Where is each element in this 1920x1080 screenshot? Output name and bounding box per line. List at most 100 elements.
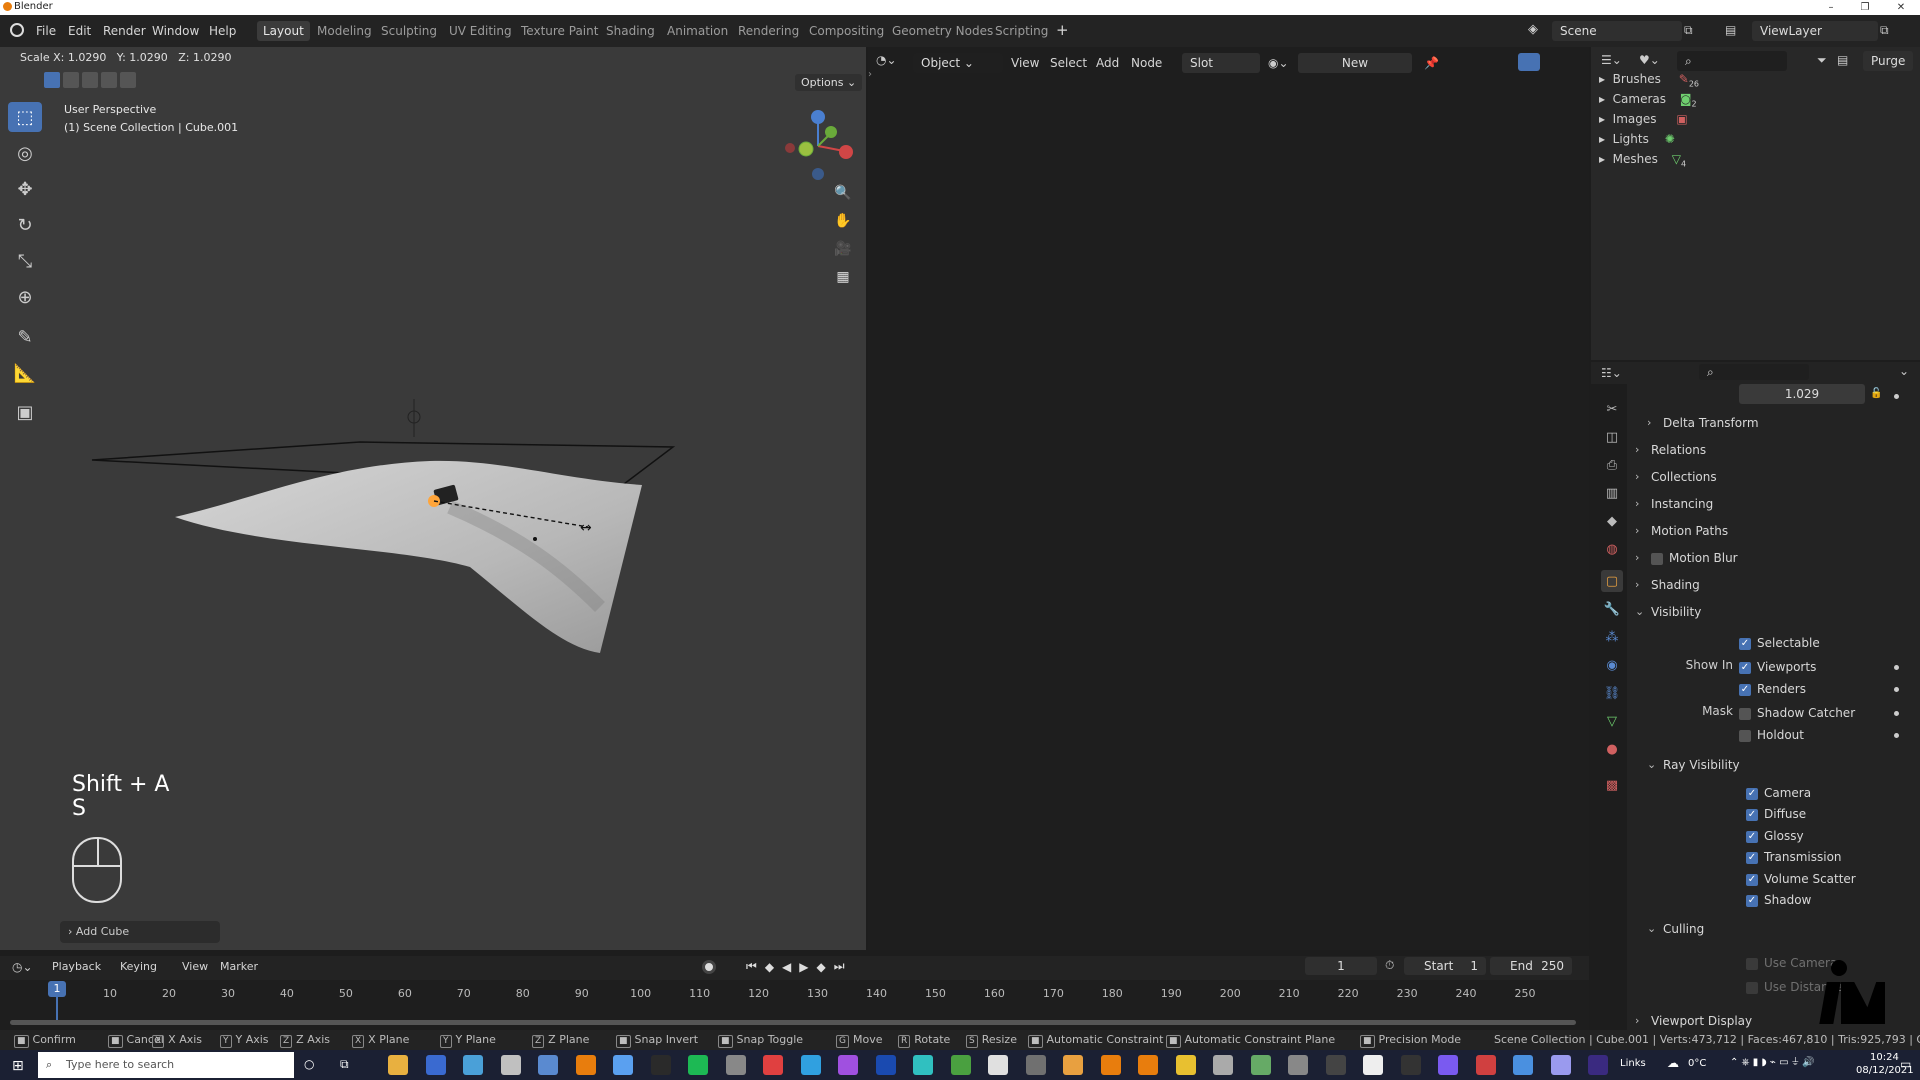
taskbar-app-icon[interactable] [913, 1055, 933, 1075]
renders-checkbox[interactable]: ✓ [1739, 683, 1751, 696]
taskbar-app-icon[interactable] [763, 1055, 783, 1075]
scene-selector-icon[interactable]: ◈ [1528, 22, 1538, 37]
material-tab-icon[interactable]: ● [1601, 738, 1623, 760]
cortana-icon[interactable]: ○ [304, 1057, 314, 1071]
last-operator-panel[interactable]: › Add Cube [60, 921, 220, 943]
shadow-catcher-checkbox[interactable] [1739, 707, 1751, 720]
tab-texture-paint[interactable]: Texture Paint [515, 21, 604, 41]
section-shading[interactable]: › Shading [1629, 574, 1914, 596]
constraints-tab-icon[interactable]: ⛓ [1601, 682, 1623, 704]
taskbar-app-icon[interactable] [1213, 1055, 1233, 1075]
shadow-catcher-checkbox-row[interactable]: Shadow Catcher [1739, 704, 1855, 722]
viewports-keyframe-dot[interactable] [1894, 665, 1899, 670]
keyframe-dot[interactable] [1894, 394, 1899, 399]
taskbar-app-icon[interactable] [800, 1055, 821, 1075]
overlay-toggle-icon[interactable] [1518, 53, 1540, 71]
section-delta-transform[interactable]: › Delta Transform [1641, 412, 1920, 434]
record-button[interactable] [702, 960, 716, 974]
weather-icon[interactable]: ☁ [1667, 1056, 1679, 1070]
play-icon[interactable]: ▶ [799, 960, 808, 974]
taskbar-app-icon[interactable] [1400, 1055, 1421, 1075]
display-mode-icon[interactable]: ☰⌄ [1601, 53, 1622, 67]
scene-field[interactable]: Scene [1552, 21, 1682, 41]
section-relations[interactable]: › Relations [1629, 439, 1914, 461]
particles-tab-icon[interactable]: ⁂ [1601, 626, 1623, 648]
taskbar-app-icon[interactable] [1550, 1055, 1571, 1075]
new-scene-icon[interactable]: ⧉ [1684, 23, 1693, 38]
taskbar-app-icon[interactable] [650, 1055, 671, 1075]
taskbar-app-icon[interactable] [463, 1055, 483, 1075]
ray-diffuse-checkbox[interactable]: ✓ [1746, 808, 1758, 821]
taskbar-app-icon[interactable] [1063, 1055, 1083, 1075]
task-view-icon[interactable]: ⧉ [340, 1057, 349, 1072]
props-editor-icon[interactable]: ☷⌄ [1601, 366, 1622, 380]
outliner-item-meshes[interactable]: ▸ Meshes ▽4 [1599, 152, 1686, 168]
taskbar-app-icon[interactable] [425, 1055, 446, 1075]
taskbar-app-icon[interactable] [1100, 1055, 1121, 1075]
section-motion-blur[interactable]: › Motion Blur [1629, 547, 1914, 569]
jump-end-icon[interactable]: ⏭ [834, 959, 845, 974]
viewports-checkbox[interactable]: ✓ [1739, 661, 1751, 674]
tab-animation[interactable]: Animation [661, 21, 734, 41]
editor-type-icon[interactable]: ◔⌄ [876, 53, 897, 67]
next-keyframe-icon[interactable]: ◆ [817, 960, 826, 974]
current-frame-field[interactable]: 1 [1305, 957, 1377, 975]
modifier-tab-icon[interactable]: 🔧 [1601, 598, 1623, 620]
properties-editor[interactable]: ☷⌄ ⌕ ⌄ ✂ ◫ ⎙ ▥ ◆ ◍ ▢ 🔧 ⁂ ◉ ⛓ ▽ ● ▩ Z 1.0… [1591, 362, 1920, 1040]
filter-icon[interactable]: ♥⌄ [1639, 53, 1660, 67]
shader-editor[interactable]: ◔⌄ Object ⌄ View Select Add Node Slot ◉⌄… [868, 47, 1589, 950]
timeline-menu-marker[interactable]: Marker [220, 960, 258, 973]
props-options-icon[interactable]: ⌄ [1899, 364, 1909, 378]
taskbar-app-icon[interactable] [575, 1055, 596, 1075]
object-dropdown[interactable]: Object ⌄ [913, 53, 1003, 73]
taskbar-app-icon[interactable] [1138, 1055, 1158, 1075]
taskbar-app-icon[interactable] [613, 1055, 633, 1075]
tab-geometry-nodes[interactable]: Geometry Nodes [886, 21, 999, 41]
play-reverse-icon[interactable]: ◀ [782, 960, 791, 974]
shader-menu-view[interactable]: View [1011, 56, 1039, 70]
motion-blur-checkbox[interactable] [1651, 552, 1663, 565]
section-collections[interactable]: › Collections [1629, 466, 1914, 488]
tool-tab-icon[interactable]: ✂ [1601, 398, 1623, 420]
tab-shading[interactable]: Shading [600, 21, 661, 41]
outliner-item-brushes[interactable]: ▸ Brushes ✎26 [1599, 72, 1699, 88]
links-label[interactable]: Links [1620, 1058, 1646, 1069]
ray-glossy-row[interactable]: ✓ Glossy [1746, 827, 1804, 845]
orphan-icon[interactable]: ▤ [1837, 53, 1848, 67]
minimize-icon[interactable]: – [1818, 0, 1844, 15]
shader-menu-add[interactable]: Add [1096, 56, 1119, 70]
outliner-item-lights[interactable]: ▸ Lights ✺ [1599, 132, 1675, 146]
menu-render[interactable]: Render [103, 24, 146, 38]
ray-transmission-row[interactable]: ✓ Transmission [1746, 848, 1842, 866]
selectable-checkbox-row[interactable]: ✓ Selectable [1739, 634, 1820, 652]
ray-volume-scatter-checkbox[interactable]: ✓ [1746, 873, 1758, 886]
taskbar-app-icon[interactable] [988, 1055, 1008, 1075]
tab-layout[interactable]: Layout [257, 21, 310, 41]
menu-edit[interactable]: Edit [68, 24, 91, 38]
ray-shadow-checkbox[interactable]: ✓ [1746, 894, 1758, 907]
outliner-item-images[interactable]: ▸ Images ▣ [1599, 112, 1688, 126]
taskbar-app-icon[interactable] [1025, 1055, 1046, 1075]
taskbar-app-icon[interactable] [1588, 1055, 1608, 1075]
ray-diffuse-row[interactable]: ✓ Diffuse [1746, 805, 1806, 823]
texture-tab-icon[interactable]: ▩ [1601, 774, 1623, 796]
taskbar-app-icon[interactable] [1288, 1055, 1308, 1075]
timeline-menu-view[interactable]: View [182, 960, 208, 973]
section-visibility[interactable]: ⌄ Visibility [1629, 601, 1914, 623]
outliner[interactable]: ☰⌄ ♥⌄ ⌕ ⏷ ▤ Purge ▸ Brushes ✎26 ▸ Camera… [1591, 47, 1920, 360]
section-culling[interactable]: ⌄ Culling [1641, 918, 1920, 940]
section-motion-paths[interactable]: › Motion Paths [1629, 520, 1914, 542]
clock-icon[interactable]: ⏱ [1385, 958, 1394, 973]
taskbar-app-icon[interactable] [688, 1055, 708, 1075]
use-distance-checkbox[interactable] [1746, 981, 1758, 994]
windows-start-icon[interactable]: ⊞ [12, 1058, 24, 1074]
taskbar-app-icon[interactable] [725, 1055, 746, 1075]
temperature[interactable]: 0°C [1688, 1058, 1706, 1069]
outliner-item-cameras[interactable]: ▸ Cameras ◙2 [1599, 92, 1697, 108]
timeline-menu-playback[interactable]: Playback [52, 960, 101, 973]
pin-icon[interactable]: 📌 [1424, 56, 1439, 70]
taskbar-app-icon[interactable] [838, 1055, 858, 1075]
timeline-scrollbar[interactable] [10, 1020, 1576, 1025]
taskbar-app-icon[interactable] [1250, 1055, 1271, 1075]
shader-menu-select[interactable]: Select [1050, 56, 1087, 70]
